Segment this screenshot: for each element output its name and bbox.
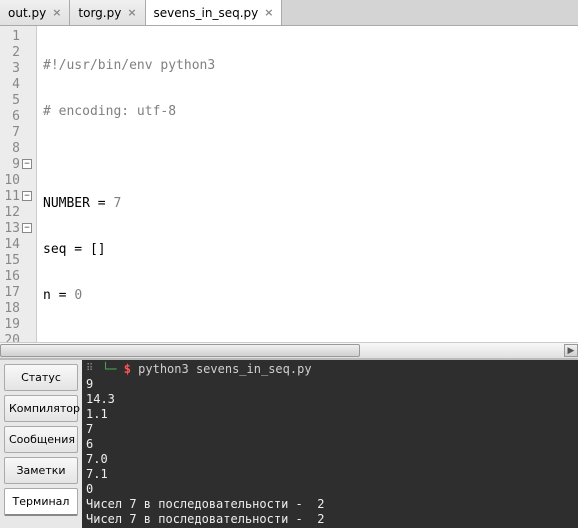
- code-text: #!/usr/bin/env python3: [43, 58, 215, 73]
- code-text: 0: [74, 288, 82, 303]
- line-number: 14: [0, 237, 20, 252]
- prompt-dollar: $: [124, 362, 131, 376]
- bottom-panel: Статус Компилятор Сообщения Заметки Терм…: [0, 358, 578, 528]
- terminal-output: Чисел 7 в последовательности - 2: [86, 497, 574, 512]
- line-number: 6: [0, 109, 20, 124]
- terminal-output: 7.0: [86, 452, 574, 467]
- side-tab-compiler[interactable]: Компилятор: [4, 395, 78, 422]
- line-number: 1: [0, 29, 20, 44]
- code-text: [43, 334, 560, 342]
- code-text: # encoding: utf-8: [43, 104, 176, 119]
- line-number: 20: [0, 333, 20, 343]
- tab-label: sevens_in_seq.py: [154, 6, 259, 20]
- horizontal-scrollbar[interactable]: ▶: [0, 342, 578, 358]
- line-number: 16: [0, 269, 20, 284]
- side-tab-notes[interactable]: Заметки: [4, 457, 78, 484]
- line-number: 19: [0, 317, 20, 332]
- line-number: 11: [0, 189, 20, 204]
- close-icon[interactable]: ×: [127, 6, 136, 19]
- line-number: 13: [0, 221, 20, 236]
- tab-torg[interactable]: torg.py ×: [70, 0, 145, 25]
- code-area[interactable]: #!/usr/bin/env python3 # encoding: utf-8…: [37, 26, 566, 342]
- tab-label: out.py: [8, 6, 46, 20]
- terminal-output: 6: [86, 437, 574, 452]
- line-number: 8: [0, 141, 20, 156]
- side-tab-messages[interactable]: Сообщения: [4, 426, 78, 453]
- terminal-command: python3 sevens_in_seq.py: [138, 362, 311, 376]
- tab-label: torg.py: [78, 6, 121, 20]
- fold-icon[interactable]: −: [22, 223, 32, 233]
- line-number: 2: [0, 45, 20, 60]
- close-icon[interactable]: ×: [264, 6, 273, 19]
- tab-sevens[interactable]: sevens_in_seq.py ×: [146, 0, 283, 25]
- terminal-output: 0: [86, 482, 574, 497]
- terminal-output: 7.1: [86, 467, 574, 482]
- scrollbar-thumb[interactable]: [0, 344, 360, 357]
- tab-out[interactable]: out.py ×: [0, 0, 70, 25]
- line-number: 5: [0, 93, 20, 108]
- gutter: 1 2 3 4 5 6 7 8 9− 10 11− 12 13− 14 15 1…: [0, 26, 37, 342]
- code-editor[interactable]: 1 2 3 4 5 6 7 8 9− 10 11− 12 13− 14 15 1…: [0, 26, 578, 342]
- line-number: 17: [0, 285, 20, 300]
- side-tabs: Статус Компилятор Сообщения Заметки Терм…: [0, 360, 82, 528]
- code-text: seq = []: [43, 242, 106, 257]
- chevron-right-icon[interactable]: ▶: [564, 344, 578, 357]
- code-text: NUMBER =: [43, 196, 113, 211]
- terminal-output: 7: [86, 422, 574, 437]
- line-number: 12: [0, 205, 20, 220]
- line-number: 4: [0, 77, 20, 92]
- line-number: 9: [0, 157, 20, 172]
- fold-icon[interactable]: −: [22, 159, 32, 169]
- side-tab-status[interactable]: Статус: [4, 364, 78, 391]
- editor-tabs: out.py × torg.py × sevens_in_seq.py ×: [0, 0, 578, 26]
- line-number: 18: [0, 301, 20, 316]
- terminal[interactable]: ⠿ └─ $ python3 sevens_in_seq.py 9 14.3 1…: [82, 360, 578, 528]
- terminal-output: 14.3: [86, 392, 574, 407]
- terminal-output: 1.1: [86, 407, 574, 422]
- fold-icon[interactable]: −: [22, 191, 32, 201]
- line-number: 3: [0, 61, 20, 76]
- side-tab-terminal[interactable]: Терминал: [4, 488, 78, 516]
- code-text: n =: [43, 288, 74, 303]
- terminal-output: Чисел 7 в последовательности - 2: [86, 512, 574, 527]
- code-text: 7: [113, 196, 121, 211]
- line-number: 15: [0, 253, 20, 268]
- code-text: [43, 150, 560, 166]
- terminal-output: 9: [86, 377, 574, 392]
- line-number: 10: [0, 173, 20, 188]
- grip-icon[interactable]: ⠿: [86, 363, 91, 374]
- close-icon[interactable]: ×: [52, 6, 61, 19]
- line-number: 7: [0, 125, 20, 140]
- prompt-arrow-icon: └─: [102, 362, 116, 376]
